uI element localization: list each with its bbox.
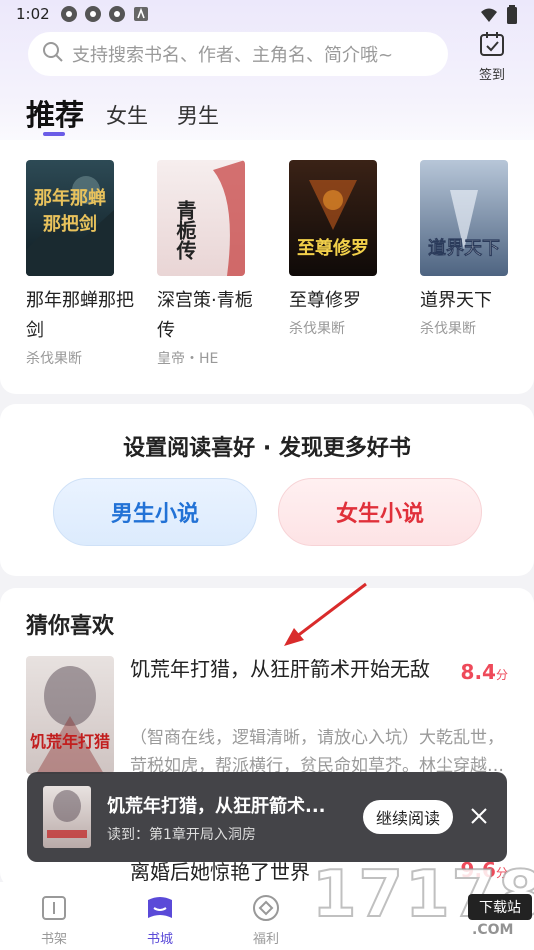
notification-icons: [60, 5, 150, 23]
tab-recommend[interactable]: 推荐: [26, 92, 84, 134]
continue-reading-button[interactable]: 继续阅读: [363, 800, 453, 834]
a-notification-icon: [132, 5, 150, 23]
app-notification-icon: [60, 5, 78, 23]
status-time: 1:02: [16, 5, 50, 23]
book-author: 皇帝・HE: [157, 351, 219, 367]
book-card[interactable]: 青栀传 深宫策·青栀传 皇帝・HE: [157, 160, 267, 368]
reading-progress: 读到：第1章开局入洞房: [107, 827, 256, 843]
nav-bookshelf[interactable]: 书架: [24, 894, 84, 947]
book-card[interactable]: 那年那蝉那把剑 那年那蝉那把剑 杀伐果断: [26, 160, 136, 368]
book-cover: 青栀传: [157, 160, 245, 276]
book-author: 杀伐果断: [420, 321, 476, 337]
book-title: 至尊修罗: [289, 290, 361, 311]
preference-title: 设置阅读喜好 · 发现更多好书: [123, 436, 411, 461]
book-title: 那年那蝉那把剑: [26, 290, 134, 341]
nav-label: 书城: [146, 932, 173, 947]
book-card[interactable]: 道界天下 道界天下 杀伐果断: [420, 160, 530, 338]
book-title: 道界天下: [420, 290, 492, 311]
book-title: 深宫策·青栀传: [157, 290, 253, 341]
search-placeholder: 支持搜索书名、作者、主角名、简介哦~: [72, 45, 394, 66]
section-title: 猜你喜欢: [26, 614, 115, 639]
score-unit: 分: [495, 668, 508, 682]
book-title[interactable]: 饥荒年打猎，从狂肝箭术开始无敌: [130, 654, 440, 685]
close-icon[interactable]: [469, 806, 489, 826]
watermark-badge: 下载站: [468, 894, 532, 920]
recommend-section: 那年那蝉那把剑 那年那蝉那把剑 杀伐果断 青栀传 深宫策·青栀传 皇帝・HE 至…: [0, 140, 534, 394]
search-input[interactable]: 支持搜索书名、作者、主角名、简介哦~: [28, 32, 448, 76]
female-novel-button[interactable]: 女生小说: [278, 478, 482, 546]
cover-text: 青栀传: [173, 200, 197, 260]
male-novel-button[interactable]: 男生小说: [53, 478, 257, 546]
nav-label: 书架: [40, 932, 67, 947]
book-cover: 那年那蝉那把剑: [26, 160, 114, 276]
welfare-icon: [252, 895, 280, 926]
nav-bookstore[interactable]: 书城: [130, 894, 190, 947]
wifi-icon: [480, 7, 498, 27]
status-bar: 1:02: [0, 0, 534, 28]
continue-book-title: 饥荒年打猎，从狂肝箭术...: [107, 796, 326, 817]
cover-text: 饥荒年打猎: [29, 732, 110, 751]
book-author: 杀伐果断: [26, 351, 82, 367]
book-author: 杀伐果断: [289, 321, 345, 337]
book-cover: [43, 786, 91, 848]
tab-active-indicator: [43, 132, 65, 136]
book-card[interactable]: 至尊修罗 至尊修罗 杀伐果断: [289, 160, 399, 338]
book-score: 8.4分: [461, 660, 508, 684]
reading-preference-section: 设置阅读喜好 · 发现更多好书 男生小说 女生小说: [0, 404, 534, 576]
watermark-logo: 17178 下载站 .COM: [306, 857, 534, 950]
app-notification-icon: [108, 5, 126, 23]
nav-label: 福利: [252, 932, 279, 947]
continue-reading-bar[interactable]: 饥荒年打猎，从狂肝箭术... 读到：第1章开局入洞房 继续阅读: [27, 772, 507, 862]
book-cover: 道界天下: [420, 160, 508, 276]
nav-welfare[interactable]: 福利: [236, 894, 296, 947]
checkin-label: 签到: [478, 68, 505, 83]
cover-text: 那年那蝉那把剑: [34, 188, 106, 235]
score-value: 8.4: [460, 660, 496, 684]
bookshelf-icon: [40, 896, 68, 926]
battery-icon: [506, 5, 518, 29]
calendar-check-icon: [478, 32, 506, 62]
cover-text: 至尊修罗: [297, 238, 369, 259]
cover-text: 道界天下: [428, 238, 501, 260]
checkin-button[interactable]: 签到: [474, 30, 510, 83]
bookstore-icon: [145, 897, 175, 926]
annotation-arrow-icon: [284, 582, 367, 646]
book-cover[interactable]: 饥荒年打猎: [26, 656, 114, 774]
app-notification-icon: [84, 5, 102, 23]
book-cover: 至尊修罗: [289, 160, 377, 276]
search-icon: [42, 41, 64, 67]
tab-male[interactable]: 男生: [177, 100, 219, 130]
watermark-domain: .COM: [472, 922, 514, 938]
tab-female[interactable]: 女生: [106, 100, 148, 130]
